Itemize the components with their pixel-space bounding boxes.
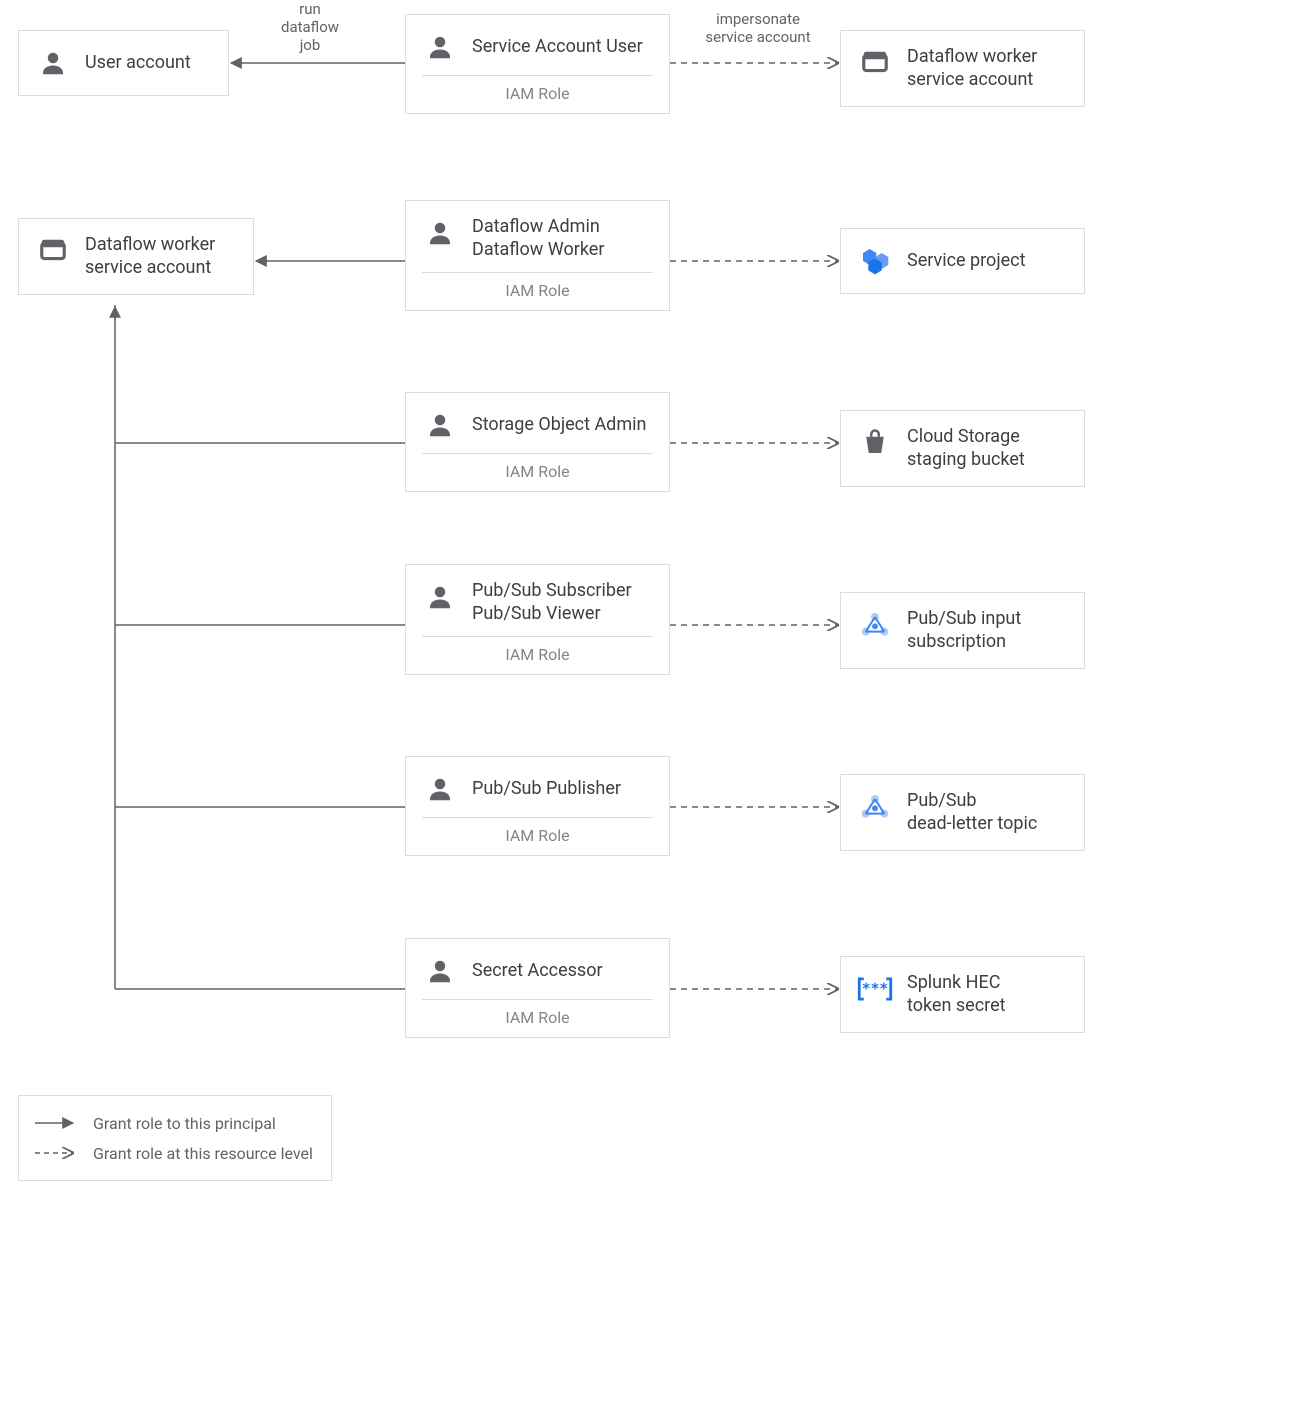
dataflow-worker-sa-left-node: Dataflow worker service account: [18, 218, 254, 295]
service-account-icon: [857, 45, 893, 81]
role-title: Secret Accessor: [472, 959, 653, 982]
node-line2: service account: [907, 68, 1068, 91]
node-line1: Dataflow worker: [907, 45, 1068, 68]
node-line1: Cloud Storage: [907, 425, 1068, 448]
dataflow-worker-sa-top-node: Dataflow worker service account: [840, 30, 1085, 107]
pubsub-icon: [857, 789, 893, 825]
role-line1: Pub/Sub Subscriber: [472, 579, 653, 602]
legend-dashed-arrow-icon: [33, 1143, 81, 1163]
node-title: Service project: [907, 249, 1068, 272]
pubsub-subscriber-node: Pub/Sub Subscriber Pub/Sub Viewer IAM Ro…: [405, 564, 670, 675]
node-line2: token secret: [907, 994, 1068, 1017]
pubsub-icon: [857, 607, 893, 643]
person-icon: [422, 407, 458, 443]
node-line1: Dataflow worker: [85, 233, 237, 256]
person-icon: [422, 29, 458, 65]
role-subtitle: IAM Role: [406, 637, 669, 674]
person-icon: [422, 215, 458, 251]
pubsub-input-sub-node: Pub/Sub input subscription: [840, 592, 1085, 669]
role-subtitle: IAM Role: [406, 76, 669, 113]
cloud-storage-bucket-node: Cloud Storage staging bucket: [840, 410, 1085, 487]
role-subtitle: IAM Role: [406, 454, 669, 491]
legend-solid-arrow-icon: [33, 1113, 81, 1133]
person-icon: [422, 579, 458, 615]
legend-solid-label: Grant role to this principal: [93, 1114, 276, 1133]
node-line2: service account: [85, 256, 237, 279]
edge-label-impersonate: impersonate service account: [688, 10, 828, 46]
node-line1: Splunk HEC: [907, 971, 1068, 994]
role-title: Pub/Sub Publisher: [472, 777, 653, 800]
node-line1: Pub/Sub: [907, 789, 1068, 812]
person-icon: [422, 953, 458, 989]
secret-icon: ***: [857, 971, 893, 1007]
pubsub-publisher-node: Pub/Sub Publisher IAM Role: [405, 756, 670, 856]
user-account-node: User account: [18, 30, 229, 96]
svg-text:***: ***: [862, 981, 888, 998]
dataflow-admin-worker-node: Dataflow Admin Dataflow Worker IAM Role: [405, 200, 670, 311]
edge-label-run-job: run dataflow job: [250, 0, 370, 54]
role-subtitle: IAM Role: [406, 273, 669, 310]
person-icon: [422, 771, 458, 807]
pubsub-dead-letter-node: Pub/Sub dead-letter topic: [840, 774, 1085, 851]
role-line2: Dataflow Worker: [472, 238, 653, 261]
role-title: Storage Object Admin: [472, 413, 653, 436]
node-line2: dead-letter topic: [907, 812, 1068, 835]
legend-dashed-label: Grant role at this resource level: [93, 1144, 313, 1163]
project-icon: [857, 243, 893, 279]
role-title: Service Account User: [472, 35, 653, 58]
secret-accessor-node: Secret Accessor IAM Role: [405, 938, 670, 1038]
node-line2: subscription: [907, 630, 1068, 653]
service-account-icon: [35, 233, 71, 269]
role-subtitle: IAM Role: [406, 1000, 669, 1037]
bucket-icon: [857, 425, 893, 461]
user-account-label: User account: [85, 51, 212, 74]
role-line1: Dataflow Admin: [472, 215, 653, 238]
service-account-user-node: Service Account User IAM Role: [405, 14, 670, 114]
splunk-secret-node: *** Splunk HEC token secret: [840, 956, 1085, 1033]
service-project-node: Service project: [840, 228, 1085, 294]
storage-object-admin-node: Storage Object Admin IAM Role: [405, 392, 670, 492]
node-line1: Pub/Sub input: [907, 607, 1068, 630]
person-icon: [35, 45, 71, 81]
role-subtitle: IAM Role: [406, 818, 669, 855]
node-line2: staging bucket: [907, 448, 1068, 471]
role-line2: Pub/Sub Viewer: [472, 602, 653, 625]
legend-box: Grant role to this principal Grant role …: [18, 1095, 332, 1181]
